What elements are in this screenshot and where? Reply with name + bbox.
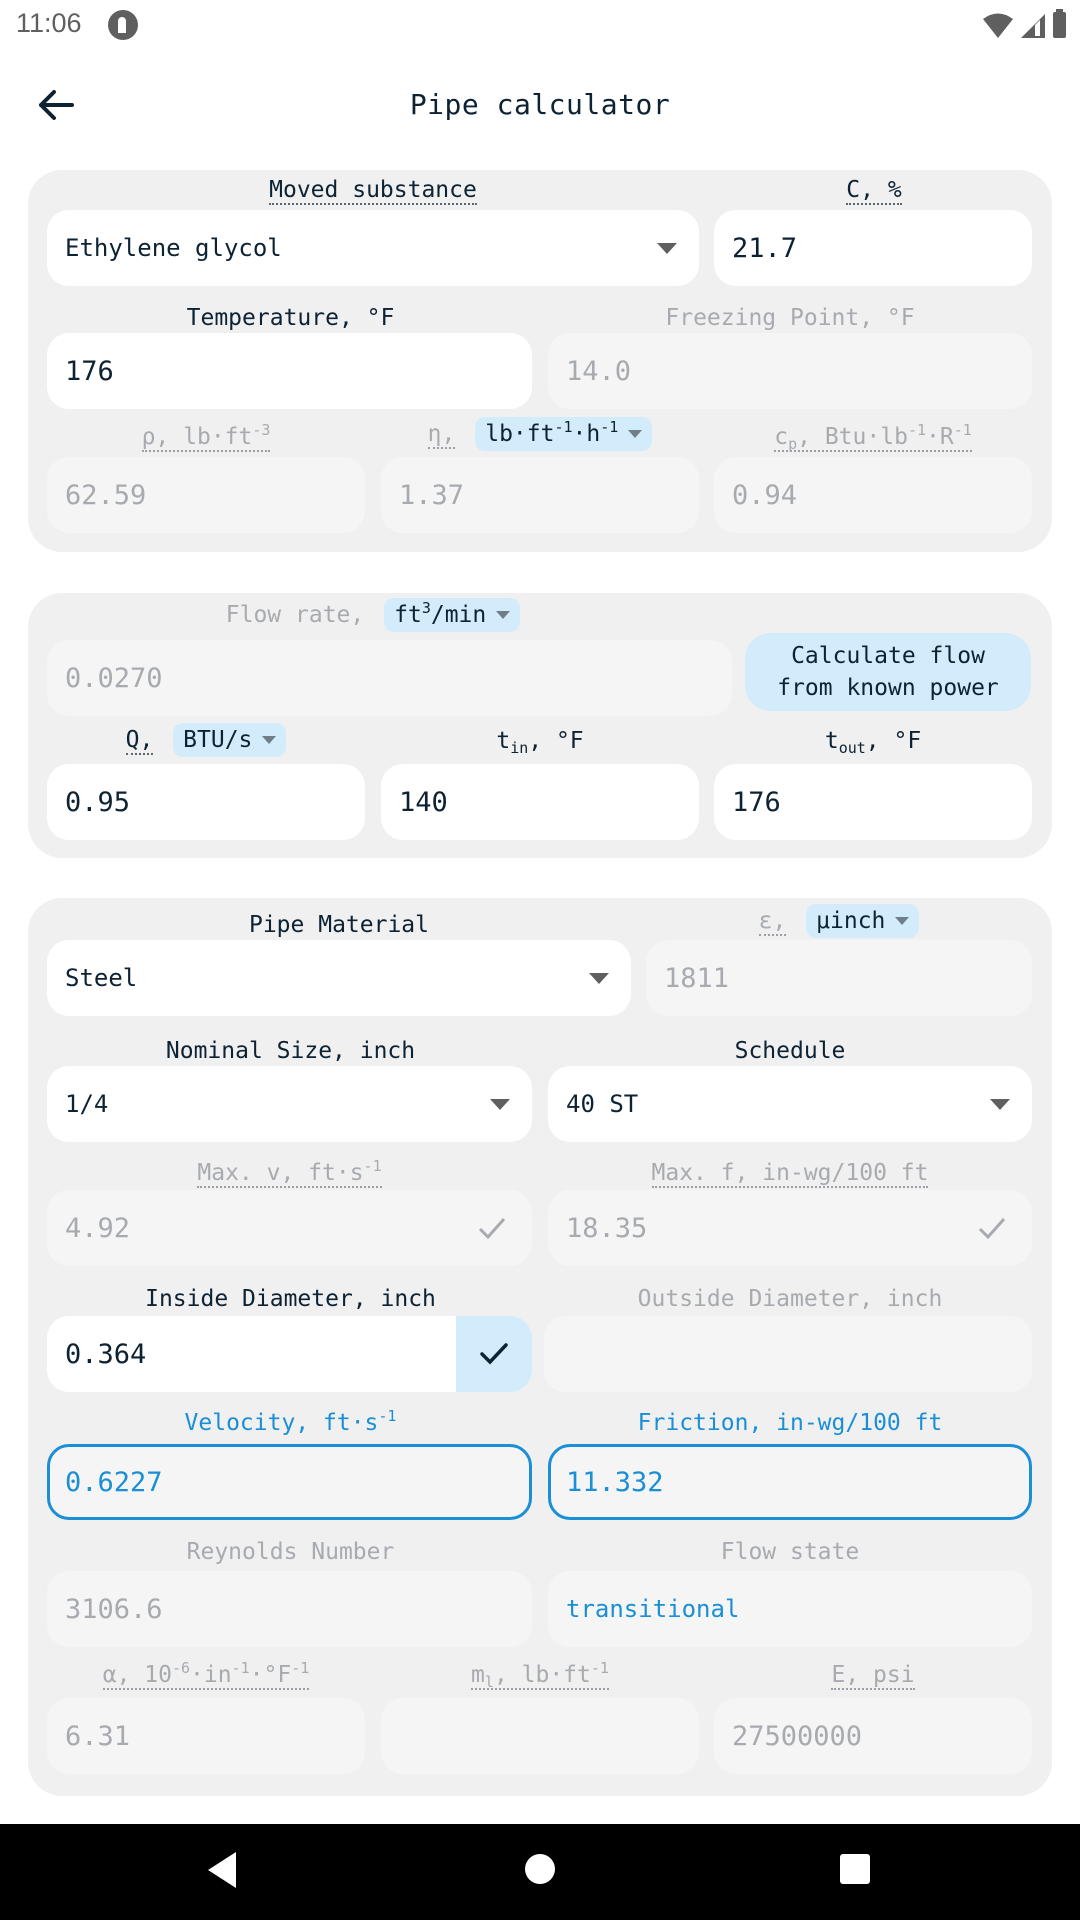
friction-label: Friction, in-wg/100 ft [637, 1410, 943, 1436]
t-in-label: tin, °F [496, 728, 584, 757]
caret-down-icon [895, 917, 910, 925]
concentration-label[interactable]: C, % [714, 175, 1034, 205]
wifi-icon [983, 13, 1013, 38]
linear-mass-value [381, 1698, 699, 1774]
schedule-label: Schedule [734, 1038, 846, 1064]
chevron-down-icon [490, 1099, 510, 1110]
elastic-modulus-value: 27500000 [714, 1698, 1032, 1774]
check-icon [478, 1218, 506, 1240]
roughness-value: 1811 [646, 940, 1032, 1016]
nav-recents-icon[interactable] [840, 1854, 870, 1884]
max-friction-label[interactable]: Max. f, in-wg/100 ft [548, 1158, 1032, 1188]
t-out-label: tout, °F [824, 728, 922, 757]
t-in-input[interactable]: 140 [381, 764, 699, 840]
confirm-diameter-button[interactable] [456, 1316, 532, 1392]
flow-state-value: transitional [548, 1571, 1032, 1647]
status-icons [983, 9, 1066, 38]
temperature-label: Temperature, °F [186, 305, 395, 331]
check-icon [480, 1343, 508, 1365]
linear-mass-label[interactable]: ml, lb·ft-1 [381, 1660, 699, 1690]
viscosity-unit-select[interactable]: lb·ft-1·h-1 [475, 417, 653, 451]
moved-substance-label[interactable]: Moved substance [28, 175, 718, 205]
pipe-material-label: Pipe Material [248, 912, 429, 938]
freezing-point-label: Freezing Point, °F [665, 305, 915, 331]
freezing-point-value: 14.0 [548, 333, 1032, 409]
pipe-material-select[interactable]: Steel [47, 940, 631, 1016]
reynolds-value: 3106.6 [47, 1571, 532, 1647]
roughness-unit-select[interactable]: μinch [806, 904, 920, 938]
inside-diameter-input[interactable]: 0.364 [47, 1316, 532, 1392]
velocity-label: Velocity, ft·s-1 [184, 1407, 397, 1437]
nav-home-icon[interactable] [525, 1854, 555, 1884]
caret-down-icon [262, 736, 277, 744]
thermal-expansion-label[interactable]: α, 10-6·in-1·°F-1 [47, 1660, 365, 1690]
t-out-input[interactable]: 176 [714, 764, 1032, 840]
heat-capacity-value: 0.94 [714, 457, 1032, 533]
caret-down-icon [628, 430, 643, 438]
thermal-expansion-value: 6.31 [47, 1698, 365, 1774]
signal-icon [1021, 14, 1045, 38]
power-unit-select[interactable]: BTU/s [173, 723, 287, 757]
moved-substance-select[interactable]: Ethylene glycol [47, 210, 699, 286]
outside-diameter-label: Outside Diameter, inch [637, 1286, 943, 1312]
schedule-select[interactable]: 40 ST [548, 1066, 1032, 1142]
viscosity-value: 1.37 [381, 457, 699, 533]
nominal-size-label: Nominal Size, inch [165, 1038, 416, 1064]
concentration-input[interactable]: 21.7 [714, 210, 1032, 286]
viscosity-label: η, lb·ft-1·h-1 [381, 417, 699, 451]
power-label: Q, BTU/s [47, 723, 365, 757]
inside-diameter-label: Inside Diameter, inch [145, 1286, 436, 1312]
chevron-down-icon [589, 973, 609, 984]
max-velocity-label[interactable]: Max. v, ft·s-1 [47, 1158, 532, 1188]
flow-state-label: Flow state [720, 1539, 860, 1565]
app-notification-icon [108, 10, 138, 40]
elastic-modulus-label[interactable]: E, psi [714, 1660, 1032, 1690]
nav-back-icon[interactable] [208, 1852, 236, 1888]
max-friction-value: 18.35 [548, 1190, 1032, 1266]
chevron-down-icon [657, 243, 677, 254]
roughness-label: ε, μinch [646, 904, 1032, 938]
reynolds-label: Reynolds Number [186, 1539, 395, 1565]
flow-card: Flow rate, ft3/min 0.0270 Calculate flow… [28, 593, 1052, 858]
page-title: Pipe calculator [409, 88, 671, 121]
heat-capacity-label[interactable]: cp, Btu·lb-1·R-1 [714, 422, 1032, 452]
velocity-value: 0.6227 [47, 1444, 532, 1520]
density-value: 62.59 [47, 457, 365, 533]
temperature-input[interactable]: 176 [47, 333, 532, 409]
status-time: 11:06 [16, 8, 82, 38]
pipe-card: Pipe Material Steel ε, μinch 1811 Nomina… [28, 898, 1052, 1796]
caret-down-icon [496, 611, 511, 619]
power-input[interactable]: 0.95 [47, 764, 365, 840]
calculate-flow-button[interactable]: Calculate flow from known power [745, 633, 1031, 711]
flow-rate-unit-select[interactable]: ft3/min [384, 598, 521, 632]
substance-card: Moved substance Ethylene glycol C, % 21.… [28, 170, 1052, 552]
check-icon [978, 1218, 1006, 1240]
density-label[interactable]: ρ, lb·ft-3 [47, 422, 365, 452]
chevron-down-icon [990, 1099, 1010, 1110]
flow-rate-label: Flow rate, ft3/min [28, 598, 718, 632]
battery-icon [1053, 9, 1066, 38]
outside-diameter-value [544, 1316, 1032, 1392]
system-nav-bar [0, 1824, 1080, 1920]
friction-value: 11.332 [548, 1444, 1032, 1520]
nominal-size-select[interactable]: 1/4 [47, 1066, 532, 1142]
flow-rate-value: 0.0270 [47, 640, 732, 716]
status-bar: 11:06 [0, 0, 1080, 50]
app-bar: Pipe calculator [0, 55, 1080, 155]
max-velocity-value: 4.92 [47, 1190, 532, 1266]
